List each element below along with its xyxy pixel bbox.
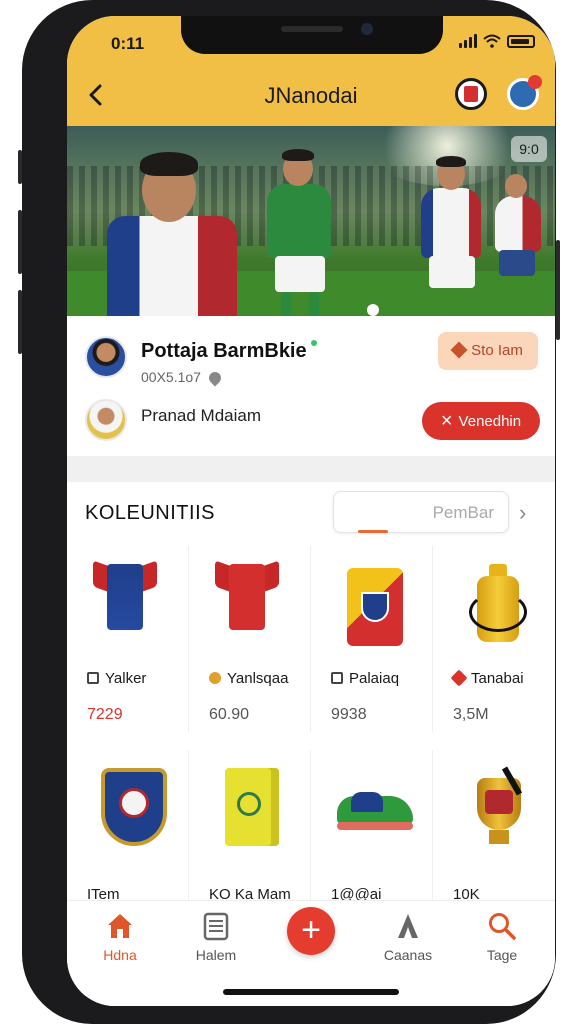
- star-icon: [450, 341, 468, 359]
- product-price: 60.90: [209, 706, 250, 723]
- profile-meta: 00X5.1o7: [141, 369, 224, 387]
- add-button[interactable]: +: [287, 907, 335, 955]
- crest-image: [101, 768, 167, 846]
- volume-up-button: [18, 210, 22, 274]
- person-icon: [393, 911, 423, 941]
- mute-switch: [18, 150, 22, 184]
- product-card[interactable]: Yalker 7229: [71, 546, 189, 732]
- scarf-image: [347, 568, 403, 646]
- nav-item-list[interactable]: Halem: [181, 911, 251, 963]
- player-image: [491, 174, 551, 314]
- product-card[interactable]: KO Ka Mam: [193, 750, 311, 903]
- ball-icon: [367, 304, 379, 316]
- product-price: 9938: [331, 706, 367, 723]
- battery-icon: [507, 34, 535, 48]
- product-price: 7229: [87, 706, 123, 723]
- close-icon: ×: [440, 410, 453, 432]
- product-label: Palaiaq: [331, 670, 399, 687]
- nav-item-search[interactable]: Tage: [467, 911, 537, 963]
- product-label: Yanlsqaa: [209, 670, 288, 687]
- bottle-image: [469, 564, 527, 646]
- status-icons: [459, 34, 535, 48]
- tag-icon: [331, 672, 343, 684]
- location-pin-icon: [206, 369, 224, 387]
- bottom-navigation: Hdna Halem + Caanas Tage: [67, 900, 555, 1006]
- nav-item-home[interactable]: Hdna: [85, 911, 155, 963]
- nav-label: Tage: [486, 947, 518, 963]
- product-card[interactable]: ITem: [71, 750, 189, 903]
- notification-dot: [528, 75, 542, 89]
- nav-label: Halem: [195, 947, 237, 963]
- tag-icon: [87, 672, 99, 684]
- profile-name-text: Pottaja BarmBkie: [141, 340, 307, 362]
- search-placeholder: PemBar: [432, 503, 494, 522]
- notch: [181, 16, 443, 54]
- profile-meta-text: 00X5.1o7: [141, 369, 201, 385]
- product-card[interactable]: 10K: [437, 750, 555, 903]
- product-price: 3,5M: [453, 706, 489, 723]
- profile-card: Pottaja BarmBkie 00X5.1o7 Sto Iam Pranad…: [67, 316, 555, 456]
- jersey-image: [93, 560, 157, 630]
- section-divider: [67, 456, 555, 482]
- notification-avatar-icon[interactable]: [507, 75, 542, 110]
- box-image: [225, 768, 279, 846]
- player-image: [257, 146, 347, 316]
- product-label: Yalker: [87, 670, 146, 687]
- nav-label: Caanas: [383, 947, 433, 963]
- hero-banner[interactable]: 9:0: [67, 126, 555, 316]
- online-dot: [310, 340, 317, 346]
- section-search-input[interactable]: PemBar: [333, 491, 509, 533]
- avatar[interactable]: [85, 399, 127, 441]
- player-image: [407, 156, 497, 316]
- search-accent: [358, 530, 388, 533]
- chevron-right-icon[interactable]: ›: [519, 500, 526, 526]
- phone-frame: 0:11 JNanodai 9:0 Pottaja BarmBkie 00X5.…: [18, 0, 560, 1024]
- search-icon: [487, 911, 517, 941]
- maple-icon: [450, 669, 468, 687]
- avatar[interactable]: [85, 336, 127, 378]
- club-badge-icon[interactable]: [455, 78, 487, 110]
- player-image: [97, 146, 247, 316]
- volume-down-button: [18, 290, 22, 354]
- screen: 0:11 JNanodai 9:0 Pottaja BarmBkie 00X5.…: [67, 16, 555, 1006]
- secondary-name: Pranad Mdaiam: [141, 406, 262, 425]
- nav-item-person[interactable]: Caanas: [373, 911, 443, 963]
- profile-name: Pottaja BarmBkie: [141, 340, 317, 363]
- follow-button-label: Sto Iam: [471, 342, 523, 359]
- jersey-image: [215, 560, 279, 630]
- follow-button[interactable]: Sto Iam: [438, 332, 538, 370]
- home-indicator: [223, 989, 399, 995]
- signal-icon: [459, 34, 477, 48]
- list-icon: [201, 911, 231, 941]
- product-card[interactable]: Palaiaq 9938: [315, 546, 433, 732]
- product-label: Tanabai: [450, 669, 524, 687]
- flame-icon: [209, 672, 221, 684]
- product-card[interactable]: 1@@ai: [315, 750, 433, 903]
- product-card[interactable]: Tanabai 3,5M: [437, 546, 555, 732]
- status-time: 0:11: [111, 34, 145, 53]
- trophy-image: [467, 766, 531, 852]
- product-card[interactable]: Yanlsqaa 60.90: [193, 546, 311, 732]
- message-button[interactable]: × Venedhin: [422, 402, 540, 440]
- shoe-image: [337, 788, 413, 832]
- wifi-icon: [483, 34, 501, 48]
- home-icon: [105, 911, 135, 941]
- message-button-label: Venedhin: [458, 413, 522, 430]
- nav-label: Hdna: [103, 947, 137, 963]
- banner-badge: 9:0: [511, 136, 547, 162]
- section-title: KOLEUNITIIS: [85, 502, 215, 524]
- power-button: [556, 240, 560, 340]
